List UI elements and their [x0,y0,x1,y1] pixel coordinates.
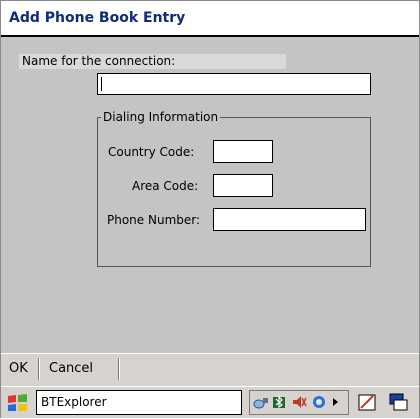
form-area: Name for the connection: Dialing Informa… [1,37,419,353]
dialing-information-label: Dialing Information [101,109,221,125]
connection-name-input[interactable] [97,73,371,95]
area-code-input[interactable] [213,174,273,197]
country-code-label: Country Code: [108,145,195,159]
sync-icon[interactable] [311,394,327,410]
window-title: Add Phone Book Entry [9,10,186,26]
ok-button[interactable]: OK [9,361,28,376]
dialing-information-group: Dialing Information Country Code: Area C… [97,109,371,267]
network-icon[interactable] [253,394,269,410]
command-separator [118,358,120,380]
country-code-input[interactable] [213,140,273,163]
bluetooth-icon[interactable] [271,394,287,410]
arrow-right-icon[interactable] [330,394,340,410]
phone-number-label: Phone Number: [107,213,201,227]
taskbar: BTExplorer [1,386,419,418]
desktop-icon[interactable] [387,390,409,415]
input-panel-icon[interactable] [356,390,378,415]
phone-number-input[interactable] [213,208,366,231]
start-button[interactable] [3,390,33,415]
volume-icon[interactable] [291,394,307,410]
task-button-btexplorer[interactable]: BTExplorer [36,390,242,415]
cancel-button[interactable]: Cancel [49,361,93,376]
windows-flag-icon [8,394,27,411]
window-frame: Add Phone Book Entry Name for the connec… [0,0,420,418]
text-caret [101,77,102,91]
task-button-label: BTExplorer [41,395,107,409]
command-bar: OK Cancel [1,353,419,386]
system-tray [249,390,349,415]
command-separator [38,358,40,380]
title-bar: Add Phone Book Entry [1,1,419,35]
connection-name-label: Name for the connection: [19,54,286,69]
area-code-label: Area Code: [132,179,199,193]
